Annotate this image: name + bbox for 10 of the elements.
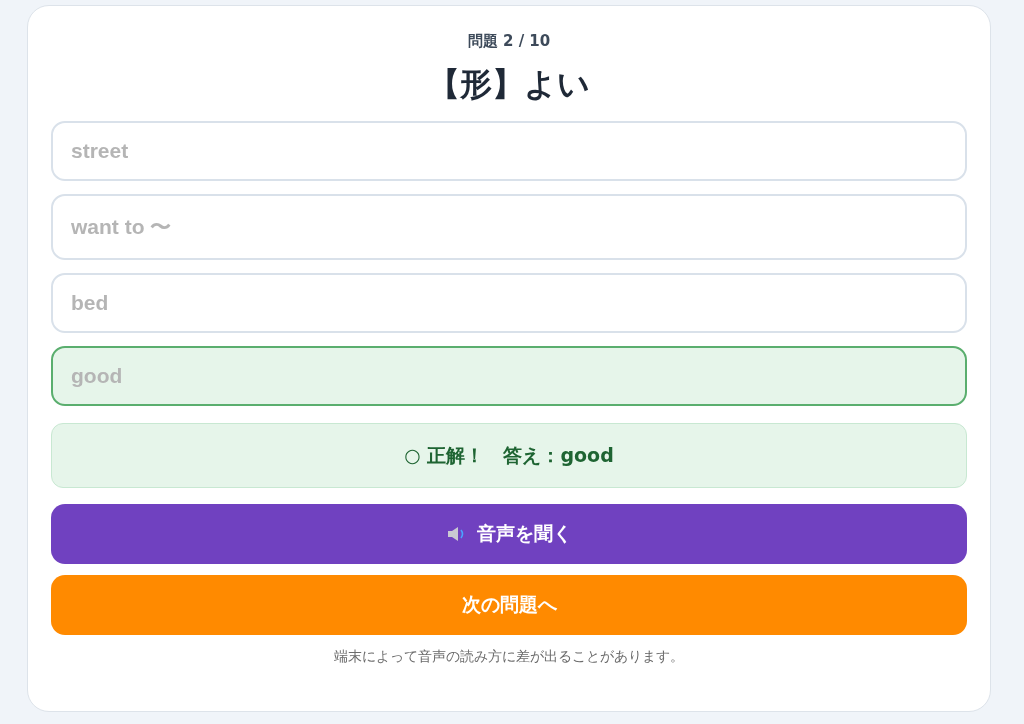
- next-question-button[interactable]: 次の問題へ: [51, 575, 967, 635]
- answer-option[interactable]: bed: [51, 273, 967, 333]
- answer-option[interactable]: good: [51, 346, 967, 406]
- question-word: 【形】よい: [428, 64, 590, 105]
- feedback-text: ○ 正解！ 答え：good: [404, 442, 614, 468]
- question-counter: 問題 2 / 10: [467, 32, 551, 51]
- play-audio-button[interactable]: 音声を聞く: [51, 504, 967, 564]
- footnote: 端末によって音声の読み方に差が出ることがあります。: [334, 648, 684, 666]
- answer-option[interactable]: street: [51, 121, 967, 181]
- answer-option[interactable]: want to 〜: [51, 194, 967, 260]
